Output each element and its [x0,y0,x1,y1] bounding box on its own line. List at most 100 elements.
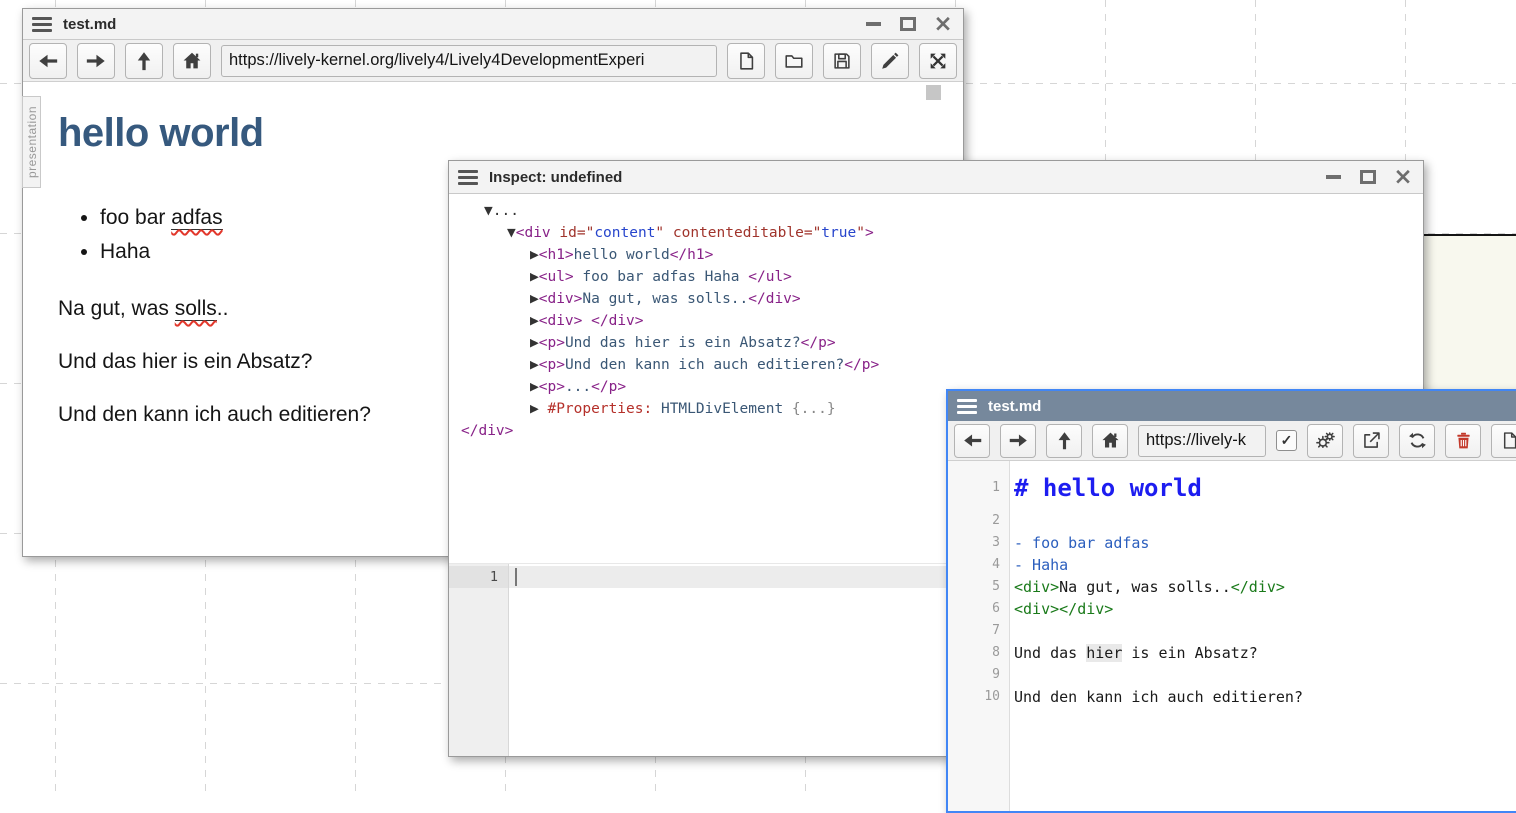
line-number: 10 [948,686,1009,708]
new-file-icon [735,50,757,72]
disclosure-triangle-icon[interactable]: ▶ [530,313,539,329]
menu-icon[interactable] [32,17,52,32]
note-panel [1422,234,1516,396]
code-token: <div> [539,291,583,307]
edit-button[interactable] [871,43,909,79]
back-button[interactable] [29,43,67,79]
menu-icon[interactable] [458,170,478,185]
misspelled-word: solls [175,297,217,321]
line-number: 2 [948,510,1009,532]
editor-line[interactable]: 7 [948,620,1516,642]
editor-line[interactable]: 2 [948,510,1516,532]
save-button[interactable] [823,43,861,79]
editor-line[interactable]: 6<div></div> [948,598,1516,620]
back-icon [962,430,983,451]
dom-tree-node[interactable]: ▶<p>Und den kann ich auch editieren?</p> [449,354,1423,376]
disclosure-triangle-icon[interactable]: ▶ [530,247,539,263]
code-token: HTMLDivElement [661,401,783,417]
maximize-button[interactable] [1360,169,1376,185]
home-button[interactable] [1092,424,1128,458]
minimize-icon [1326,175,1341,179]
url-input[interactable] [1138,425,1266,457]
code-token: </p> [591,379,626,395]
enabled-checkbox[interactable]: ✓ [1276,430,1297,451]
code-text: Und den kann ich auch editieren? [1009,686,1303,708]
new-file-button[interactable] [1491,424,1516,458]
code-token [652,401,661,417]
refresh-button[interactable] [1399,424,1435,458]
disclosure-triangle-icon[interactable]: ▶ [530,379,539,395]
forward-button[interactable] [1000,424,1036,458]
close-button[interactable]: × [935,16,951,32]
disclosure-triangle-icon[interactable]: ▶ [530,291,539,307]
trash-button[interactable] [1445,424,1481,458]
minimize-icon [866,22,881,26]
up-button[interactable] [1046,424,1082,458]
dom-tree-node[interactable]: ▼<div id="content" contenteditable="true… [449,222,1423,244]
code-token: Und das hier is ein Absatz? [565,335,801,351]
back-button[interactable] [954,424,990,458]
disclosure-triangle-icon[interactable]: ▼ [484,203,493,219]
line-number: 8 [948,642,1009,664]
settings-gears-button[interactable] [1307,424,1343,458]
back-icon [37,50,59,72]
text-run: Und den kann ich auch editieren? [58,403,371,426]
line-number: 9 [948,664,1009,686]
window-title: test.md [988,398,1041,415]
code-text: <div>Na gut, was solls..</div> [1009,576,1285,598]
code-text: - foo bar adfas [1009,532,1149,554]
editor-line[interactable]: 10Und den kann ich auch editieren? [948,686,1516,708]
external-link-button[interactable] [1353,424,1389,458]
disclosure-triangle-icon[interactable]: ▼ [507,225,516,241]
disclosure-triangle-icon[interactable]: ▶ [530,335,539,351]
editor-line[interactable]: 8Und das hier is ein Absatz? [948,642,1516,664]
code-text [1009,620,1014,642]
minimize-button[interactable] [1325,169,1341,185]
close-button[interactable]: × [1395,169,1411,185]
code-token: ... [493,203,519,219]
editor-line[interactable]: 3- foo bar adfas [948,532,1516,554]
code-token: contenteditable=" [673,225,821,241]
disclosure-triangle-icon[interactable]: ▶ [530,401,539,417]
code-token: <ul> [539,269,574,285]
disclosure-triangle-icon[interactable]: ▶ [530,269,539,285]
code-token: <p> [539,379,565,395]
expand-button[interactable] [919,43,957,79]
up-icon [1054,430,1075,451]
line-number: 4 [948,554,1009,576]
home-button[interactable] [173,43,211,79]
refresh-icon [1407,430,1428,451]
dom-tree-node[interactable]: ▶<h1>hello world</h1> [449,244,1423,266]
dom-tree-node[interactable]: ▶<p>Und das hier is ein Absatz?</p> [449,332,1423,354]
code-token: " [856,225,865,241]
maximize-button[interactable] [900,16,916,32]
dom-tree-node[interactable]: ▶<ul> foo bar adfas Haha </ul> [449,266,1423,288]
editor-line[interactable]: 5<div>Na gut, was solls..</div> [948,576,1516,598]
disclosure-triangle-icon[interactable]: ▶ [530,357,539,373]
open-folder-button[interactable] [775,43,813,79]
open-folder-icon [783,50,805,72]
code-token [664,225,673,241]
minimize-button[interactable] [865,16,881,32]
new-file-button[interactable] [727,43,765,79]
dom-tree-node[interactable]: ▶<div> </div> [449,310,1423,332]
code-token: <p> [539,335,565,351]
up-button[interactable] [125,43,163,79]
url-input[interactable] [221,45,717,77]
line-number: 7 [948,620,1009,642]
editor-line[interactable]: 9 [948,664,1516,686]
editor-line[interactable]: 1# hello world [948,469,1516,510]
text-run: Haha [100,240,150,263]
dom-tree-node[interactable]: ▼... [449,200,1423,222]
markdown-source-editor[interactable]: 1# hello world23- foo bar adfas4- Haha5<… [948,461,1516,811]
new-file-icon [1499,430,1516,451]
editor-line[interactable]: 4- Haha [948,554,1516,576]
browser-toolbar: ✓ [948,421,1516,461]
save-icon [831,50,853,72]
window-editor-titlebar: test.md [948,391,1516,421]
line-number: 6 [948,598,1009,620]
menu-icon[interactable] [957,399,977,414]
forward-button[interactable] [77,43,115,79]
dom-tree-node[interactable]: ▶<div>Na gut, was solls..</div> [449,288,1423,310]
line-number: 1 [948,469,1009,510]
